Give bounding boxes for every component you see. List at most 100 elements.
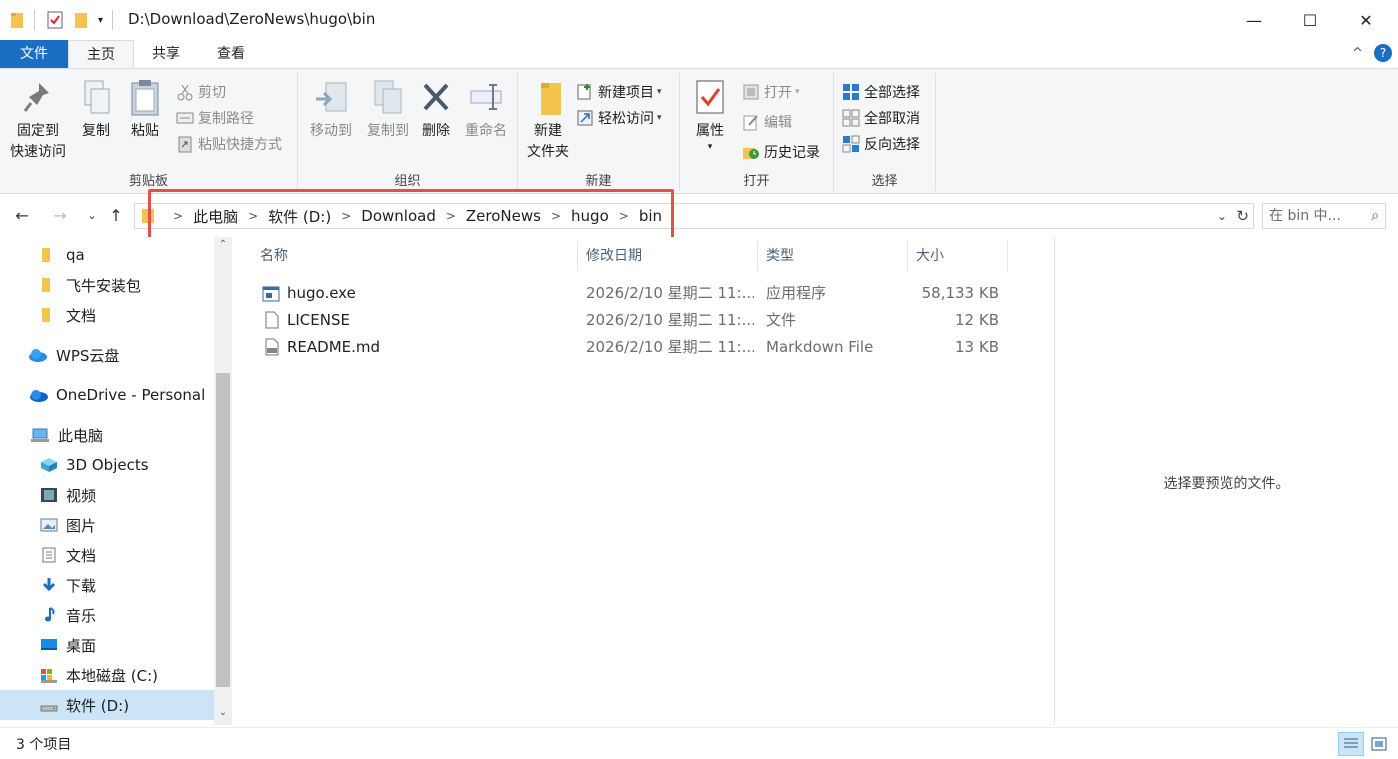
sidebar-item-documents[interactable]: 文档 — [0, 540, 214, 570]
clipboard-group-label: 剪贴板 — [128, 174, 168, 189]
easy-access-button[interactable]: 轻松访问 ▾ — [576, 107, 662, 129]
sidebar-item-documents-folder[interactable]: 文档 — [0, 300, 214, 330]
copy-icon — [79, 79, 113, 117]
cut-button[interactable]: 剪切 — [176, 81, 226, 103]
tab-home[interactable]: 主页 — [68, 40, 134, 68]
new-folder-quick-icon[interactable] — [74, 10, 88, 30]
search-input[interactable]: 在 bin 中... ⌕ — [1262, 203, 1386, 229]
paste-shortcut-button[interactable]: 粘贴快捷方式 — [176, 133, 282, 155]
delete-button[interactable]: 删除 — [416, 79, 456, 142]
column-header-size[interactable]: 大小 — [908, 241, 1008, 271]
column-header-type[interactable]: 类型 — [758, 241, 908, 271]
sidebar-item-feiniu-installers[interactable]: 飞牛安装包 — [0, 270, 214, 300]
picture-icon — [40, 517, 58, 533]
column-header-name[interactable]: 名称 — [252, 241, 578, 271]
history-button[interactable]: 历史记录 — [742, 141, 820, 163]
details-view-button[interactable] — [1338, 732, 1364, 756]
tab-file[interactable]: 文件 — [0, 40, 68, 68]
copy-to-icon — [371, 79, 405, 117]
rename-icon — [469, 79, 503, 117]
separator — [112, 10, 113, 30]
move-to-icon — [314, 79, 348, 117]
copy-button[interactable]: 复制 — [74, 79, 118, 142]
drive-icon — [40, 697, 58, 713]
select-none-button[interactable]: 全部取消 — [842, 107, 920, 129]
copy-path-icon — [176, 109, 194, 127]
sidebar-item-software-d[interactable]: 软件 (D:) — [0, 690, 214, 720]
paste-button[interactable]: 粘贴 — [122, 79, 168, 142]
help-icon[interactable]: ? — [1374, 44, 1392, 62]
large-icons-view-icon — [1371, 737, 1387, 751]
sidebar-item-local-disk-c[interactable]: 本地磁盘 (C:) — [0, 660, 214, 690]
invert-selection-button[interactable]: 反向选择 — [842, 133, 920, 155]
collapse-ribbon-icon[interactable]: ^ — [1352, 40, 1363, 68]
details-view-icon — [1344, 738, 1358, 748]
copy-to-button[interactable]: 复制到 — [358, 79, 418, 142]
sidebar-item-pictures[interactable]: 图片 — [0, 510, 214, 540]
sidebar-scrollbar[interactable]: ⌃ ⌄ — [214, 237, 232, 725]
separator — [34, 10, 35, 30]
navigation-pane: qa 飞牛安装包 文档 WPS云盘 OneDrive - Personal 此电… — [0, 237, 232, 725]
up-arrow-icon[interactable]: ↑ — [104, 203, 128, 229]
scroll-up-icon[interactable]: ⌃ — [214, 239, 232, 250]
new-folder-button[interactable]: 新建 文件夹 — [522, 79, 574, 163]
properties-quick-icon[interactable] — [46, 10, 64, 30]
invert-selection-icon — [842, 135, 860, 153]
maximize-button[interactable]: ☐ — [1282, 0, 1338, 40]
sidebar-item-onedrive[interactable]: OneDrive - Personal — [0, 380, 214, 410]
computer-icon — [30, 427, 50, 443]
sidebar-item-this-pc[interactable]: 此电脑 — [0, 420, 214, 450]
copy-path-button[interactable]: 复制路径 — [176, 107, 254, 129]
new-folder-icon — [531, 79, 565, 117]
table-row[interactable]: hugo.exe 2026/2/10 星期二 11:... 应用程序 58,13… — [252, 280, 1032, 307]
select-all-button[interactable]: 全部选择 — [842, 81, 920, 103]
column-header-date-modified[interactable]: 修改日期 — [578, 241, 758, 271]
open-icon — [742, 83, 760, 101]
open-button[interactable]: 打开 ▾ — [742, 81, 800, 103]
table-row[interactable]: README.md 2026/2/10 星期二 11:... Markdown … — [252, 334, 1032, 361]
minimize-button[interactable]: — — [1226, 0, 1282, 40]
edit-button[interactable]: 编辑 — [742, 111, 792, 133]
tab-share[interactable]: 共享 — [136, 40, 196, 68]
table-row[interactable]: LICENSE 2026/2/10 星期二 11:... 文件 12 KB — [252, 307, 1032, 334]
back-arrow-icon[interactable]: ← — [10, 203, 34, 229]
cloud-icon — [28, 347, 48, 363]
move-to-button[interactable]: 移动到 — [302, 79, 360, 142]
address-dropdown-chevron-icon[interactable]: ⌄ — [1217, 204, 1227, 228]
new-item-button[interactable]: 新建项目 ▾ — [576, 81, 662, 103]
scroll-down-icon[interactable]: ⌄ — [214, 707, 232, 718]
sidebar-item-3d-objects[interactable]: 3D Objects — [0, 450, 214, 480]
refresh-icon[interactable]: ↻ — [1236, 204, 1249, 228]
sidebar-item-videos[interactable]: 视频 — [0, 480, 214, 510]
music-icon — [40, 607, 58, 623]
drive-c-icon — [40, 667, 58, 683]
sidebar-item-downloads[interactable]: 下载 — [0, 570, 214, 600]
pin-to-quick-access-button[interactable]: 固定到 快速访问 — [4, 79, 72, 163]
folder-icon — [10, 10, 24, 30]
pin-icon — [21, 79, 55, 117]
tab-view[interactable]: 查看 — [200, 40, 262, 68]
easy-access-icon — [576, 109, 594, 127]
large-icons-view-button[interactable] — [1366, 732, 1392, 756]
markdown-icon — [264, 338, 280, 365]
folder-icon — [40, 277, 58, 293]
cube-icon — [40, 457, 58, 473]
sidebar-item-wps-cloud[interactable]: WPS云盘 — [0, 340, 214, 370]
recent-locations-chevron-icon[interactable]: ⌄ — [80, 203, 104, 229]
forward-arrow-icon[interactable]: → — [48, 203, 72, 229]
onedrive-icon — [28, 387, 48, 403]
close-button[interactable]: ✕ — [1338, 0, 1394, 40]
ribbon: 固定到 快速访问 复制 粘贴 剪切 复制路径 粘贴快捷方式 剪贴板 移动到 复制… — [0, 68, 1398, 194]
title-bar: ▾ D:\Download\ZeroNews\hugo\bin — ☐ ✕ — [0, 0, 1398, 40]
sidebar-item-music[interactable]: 音乐 — [0, 600, 214, 630]
open-group-label: 打开 — [743, 174, 770, 189]
properties-button[interactable]: 属性 ▾ — [688, 79, 732, 152]
sidebar-item-desktop[interactable]: 桌面 — [0, 630, 214, 660]
customize-quick-access-icon[interactable]: ▾ — [98, 10, 103, 30]
rename-button[interactable]: 重命名 — [460, 79, 512, 142]
video-icon — [40, 487, 58, 503]
sidebar-scroll-thumb[interactable] — [216, 373, 230, 687]
new-group: 新建 文件夹 新建项目 ▾ 轻松访问 ▾ 新建 — [518, 73, 680, 191]
download-icon — [40, 577, 58, 593]
sidebar-item-qa[interactable]: qa — [0, 240, 214, 270]
